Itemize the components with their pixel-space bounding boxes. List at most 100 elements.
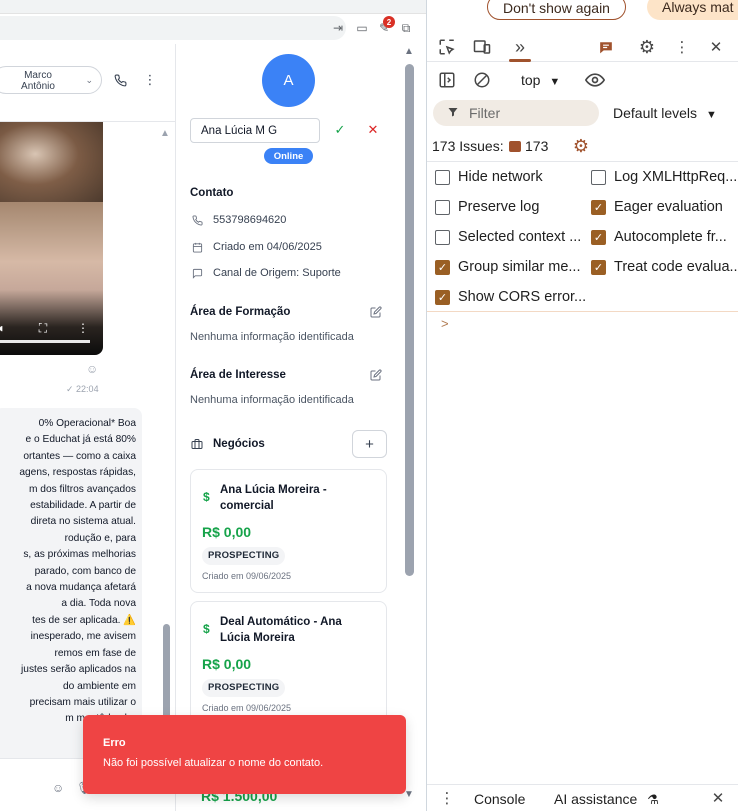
close-icon[interactable]: ✕ (706, 37, 726, 57)
setting-preserve-log[interactable]: Preserve log (435, 192, 539, 222)
phone-number: 553798694620 (213, 214, 287, 226)
setting-show-cors-errors[interactable]: ✓ Show CORS error... (435, 282, 586, 312)
edit-interest-icon[interactable] (369, 368, 383, 382)
interest-title: Área de Interesse (190, 369, 286, 381)
console-prompt[interactable]: > (441, 316, 449, 331)
chevron-down-icon: ⌄ (85, 75, 93, 85)
devtools-infobar: Don't show again Always mat (427, 0, 738, 22)
devtools-drawer: ⋮ Console AI assistance ⚗ ✕ (427, 784, 738, 811)
settings-gear-icon[interactable]: ⚙ (637, 37, 657, 57)
scroll-up-arrow-icon[interactable]: ▲ (160, 128, 170, 139)
console-settings: Hide network Log XMLHttpReq... Preserve … (427, 162, 738, 312)
agent-select[interactable]: Marco Antônio ⌄ (0, 66, 102, 94)
chat-column: Marco Antônio ⌄ ⋮ ▲ ◖ ⛶ ⋮ ☺ ✓ 22:04 0% O… (0, 44, 176, 811)
page-scrollbar-thumb[interactable] (405, 64, 414, 576)
always-match-button[interactable]: Always mat (647, 0, 738, 20)
video-message[interactable]: ◖ ⛶ ⋮ (0, 122, 103, 355)
scroll-down-arrow-icon[interactable]: ▼ (404, 789, 414, 800)
console-filter-input[interactable]: Filter (433, 100, 599, 126)
close-drawer-icon[interactable]: ✕ (708, 788, 728, 808)
emoji-icon[interactable]: ☺ (52, 781, 66, 795)
contact-panel: A ✓ ✕ Online Contato 553798694620 Criado… (177, 44, 426, 811)
setting-label: Preserve log (458, 199, 540, 215)
clear-console-icon[interactable] (472, 70, 492, 90)
dollar-icon: $ (203, 490, 210, 504)
video-menu-icon[interactable]: ⋮ (76, 321, 90, 335)
phone-row: 553798694620 (190, 212, 286, 228)
context-select[interactable]: top ▼ (521, 72, 560, 88)
deal-amount: R$ 0,00 (202, 656, 252, 672)
cast-icon[interactable]: ▭ (352, 18, 372, 38)
contact-name-input[interactable] (190, 118, 320, 143)
setting-selected-context[interactable]: Selected context ... (435, 222, 581, 252)
video-progress-bar[interactable] (0, 340, 90, 343)
checkbox-checked[interactable]: ✓ (591, 199, 606, 215)
checkbox-checked[interactable]: ✓ (435, 289, 450, 305)
deal-card[interactable]: $ Deal Automático - Ana Lúcia Moreira R$… (190, 601, 387, 725)
chat-header: Marco Antônio ⌄ ⋮ (0, 44, 175, 122)
checkbox[interactable] (435, 169, 450, 185)
inspect-element-icon[interactable] (437, 37, 457, 57)
setting-treat-code-eval[interactable]: ✓ Treat code evalua... (591, 252, 738, 282)
page-scrollbar[interactable]: ▲ ▼ (403, 44, 417, 811)
address-bar[interactable] (0, 16, 346, 40)
console-toolbar: top ▼ (427, 64, 738, 96)
checkbox-checked[interactable]: ✓ (591, 259, 606, 275)
agent-name-line2: Antônio (21, 81, 55, 92)
console-settings-gear-icon[interactable]: ⚙ (570, 135, 592, 157)
setting-autocomplete[interactable]: ✓ Autocomplete fr... (591, 222, 738, 252)
issues-badge-icon[interactable] (596, 37, 616, 57)
ai-tab-label: AI assistance (554, 791, 638, 807)
devtools-panel: Don't show again Always mat » ⚙ ⋮ ✕ top … (426, 0, 738, 811)
checkbox-checked[interactable]: ✓ (591, 229, 606, 245)
checkbox-checked[interactable]: ✓ (435, 259, 450, 275)
deal-stage-badge: PROSPECTING (202, 679, 286, 697)
setting-hide-network[interactable]: Hide network (435, 162, 543, 192)
message-square-icon (190, 268, 204, 279)
log-levels-value: Default levels (613, 105, 698, 121)
issues-count-button[interactable]: 173 (509, 138, 548, 154)
edit-formation-icon[interactable] (369, 305, 383, 319)
send-tab-icon[interactable]: ⇥ (328, 18, 348, 38)
calendar-icon (190, 242, 204, 253)
checkbox[interactable] (435, 199, 450, 215)
origin-channel: Canal de Origem: Suporte (213, 267, 341, 279)
briefcase-icon (190, 438, 204, 450)
volume-icon[interactable]: ◖ (0, 321, 8, 335)
setting-label: Selected context ... (458, 229, 582, 245)
dont-show-again-button[interactable]: Don't show again (487, 0, 626, 20)
deal-created: Criado em 09/06/2025 (202, 571, 292, 581)
more-vertical-icon[interactable]: ⋮ (142, 72, 158, 88)
checkbox[interactable] (591, 169, 606, 185)
tab-console[interactable]: Console (474, 791, 525, 807)
device-toolbar-icon[interactable] (472, 37, 492, 57)
more-vertical-icon[interactable]: ⋮ (672, 37, 692, 57)
emoji-reaction-icon[interactable]: ☺ (86, 362, 100, 376)
fullscreen-icon[interactable]: ⛶ (36, 321, 50, 335)
checkbox[interactable] (435, 229, 450, 245)
deal-card[interactable]: $ Ana Lúcia Moreira - comercial R$ 0,00 … (190, 469, 387, 593)
setting-group-similar[interactable]: ✓ Group similar me... (435, 252, 580, 282)
add-deal-button[interactable]: + (352, 430, 387, 458)
phone-icon (190, 214, 204, 226)
show-sidebar-icon[interactable] (437, 70, 457, 90)
scroll-up-arrow-icon[interactable]: ▲ (404, 46, 414, 57)
tab-ai-assistance[interactable]: AI assistance ⚗ (554, 791, 659, 808)
confirm-check-icon[interactable]: ✓ (332, 122, 348, 138)
error-toast[interactable]: Erro Não foi possível atualizar o nome d… (83, 715, 406, 794)
drawer-menu-icon[interactable]: ⋮ (437, 788, 457, 808)
setting-log-xhr[interactable]: Log XMLHttpReq... (591, 162, 738, 192)
message-time: 22:04 (76, 384, 99, 394)
deal-title: Deal Automático - Ana Lúcia Moreira (220, 616, 342, 644)
log-levels-dropdown[interactable]: Default levels ▼ (613, 105, 717, 121)
phone-call-icon[interactable] (112, 72, 128, 88)
formation-value: Nenhuma informação identificada (190, 331, 354, 343)
created-date: Criado em 04/06/2025 (213, 241, 322, 253)
open-external-icon[interactable]: ⧉ (396, 18, 416, 38)
more-tabs-icon[interactable]: » (510, 37, 530, 57)
avatar: A (262, 54, 315, 107)
cancel-x-icon[interactable]: ✕ (365, 122, 381, 138)
live-expression-eye-icon[interactable] (585, 70, 605, 90)
setting-eager-evaluation[interactable]: ✓ Eager evaluation (591, 192, 738, 222)
extension-badge: 2 (383, 16, 395, 28)
